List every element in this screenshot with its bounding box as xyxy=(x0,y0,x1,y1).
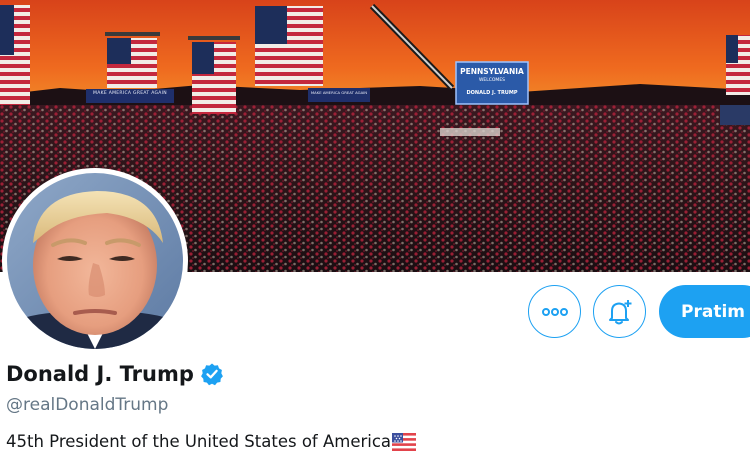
notifications-button[interactable] xyxy=(593,285,646,338)
screen-sign-bottom: DONALD J. TRUMP xyxy=(466,90,518,96)
follow-button[interactable]: Pratim xyxy=(659,285,750,338)
banner-sign-right: MAKE AMERICA GREAT AGAIN xyxy=(310,90,368,95)
more-button[interactable] xyxy=(528,285,581,338)
us-flag-icon xyxy=(392,432,417,451)
verified-badge-icon xyxy=(200,362,224,386)
name-row: Donald J. Trump xyxy=(6,362,224,386)
display-name: Donald J. Trump xyxy=(6,362,194,386)
more-icon xyxy=(541,307,568,316)
avatar[interactable] xyxy=(7,173,183,349)
bio-text: 45th President of the United States of A… xyxy=(6,432,392,451)
avatar-frame[interactable] xyxy=(2,168,188,354)
follow-button-label: Pratim xyxy=(681,301,745,322)
user-handle: @realDonaldTrump xyxy=(6,395,169,415)
banner-sign-left: MAKE AMERICA GREAT AGAIN xyxy=(93,91,167,96)
screen-sign-title: PENNSYLVANIA xyxy=(460,67,524,76)
bell-plus-icon xyxy=(605,297,635,327)
profile-bio: 45th President of the United States of A… xyxy=(6,432,417,451)
screen-sign-sub: WELCOMES xyxy=(478,78,506,83)
